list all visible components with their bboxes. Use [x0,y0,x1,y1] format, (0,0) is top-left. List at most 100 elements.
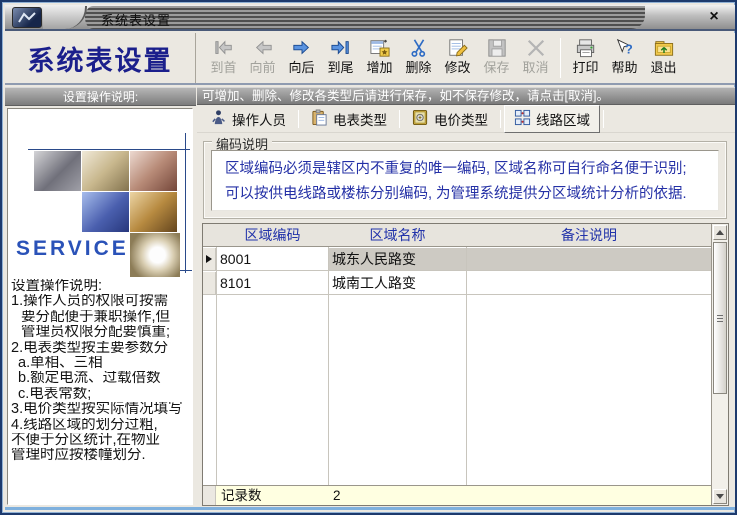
column-header-region-code[interactable]: 区域编码 [217,224,328,246]
logo-z-icon[interactable] [12,7,42,28]
toolbar-button-last[interactable]: 到尾 [321,36,360,76]
instructions-block: 设置操作说明: 1.操作人员的权限可按需 要分配便于兼职操作,但 管理员权限分配… [11,279,192,464]
column-header-region-name[interactable]: 区域名称 [329,224,466,246]
svg-text:?: ? [625,41,633,56]
table-row[interactable]: 8101 城南工人路变 [203,272,711,295]
service-label: SERVICE [16,237,129,261]
toolbar-button-modify[interactable]: 修改 [438,36,477,76]
toolbar-button-add[interactable]: 增加 [360,36,399,76]
cell-region-code[interactable]: 8101 [217,272,328,294]
toolbar-button-next[interactable]: 向后 [282,36,321,76]
price-type-icon [412,109,429,129]
region-data-grid: 区域编码 区域名称 备注说明 8001 城东人民路变 8101 城南工人路变 [202,223,729,506]
decor-line-v1 [185,133,186,273]
help-icon: ? [614,36,636,60]
table-row[interactable]: 8001 城东人民路变 [203,248,711,271]
save-icon [486,36,508,60]
instruction-line: 要分配便于兼职操作,但 [11,310,192,325]
close-button[interactable]: × [704,7,724,27]
column-header-remarks[interactable]: 备注说明 [467,224,711,246]
last-icon [330,36,352,60]
record-count-value: 2 [329,486,466,505]
scroll-down-button[interactable] [713,489,727,504]
instruction-line: b.额定电流、过载倍数 [11,371,192,386]
vertical-scrollbar[interactable] [711,224,728,505]
instruction-line: 1.操作人员的权限可按需 [11,294,192,309]
tab-content: 编码说明 区域编码必须是辖区内不重复的唯一编码, 区域名称可自行命名便于识别; … [197,133,736,508]
sidebar: 设置操作说明: SERVICE 设置操作说明: 1.操作人员的权限可按需 要分配… [5,87,196,508]
add-icon [369,36,391,60]
masthead: 系统表设置 到首 向前 向后 [5,33,736,85]
toolbar-button-exit[interactable]: 退出 [644,36,683,76]
title-bar-curve [43,6,87,29]
tab-separator [298,110,299,128]
print-icon [575,36,597,60]
page-title: 系统表设置 [28,39,173,78]
modify-icon [447,36,469,60]
instruction-line: 管理时应按楼幢划分. [11,448,192,463]
main-panel: 可增加、删除、修改各类型后请进行保存，如不保存修改，请点击[取消]。 操作人员 … [197,87,736,508]
toolbar-button-help[interactable]: ? 帮助 [605,36,644,76]
next-icon [291,36,313,60]
record-count-row: 记录数 2 [203,485,711,505]
instruction-line: 4.线路区域的划分过粗, [11,418,192,433]
photo-tile-instruments [130,151,177,191]
instruction-line: 3.电价类型按实际情况填写 [11,402,192,417]
record-count-label: 记录数 [217,486,328,505]
cell-region-code[interactable]: 8001 [217,248,328,270]
toolbar-button-prev[interactable]: 向前 [243,36,282,76]
photo-tile-keyboard [82,192,129,232]
instruction-line: 2.电表类型按主要参数分 [11,341,192,356]
scroll-up-button[interactable] [713,225,727,240]
operator-icon [210,109,227,129]
photo-tile-hand [130,192,177,232]
scroll-thumb[interactable] [713,242,727,394]
instruction-line: 不便于分区统计,在物业 [11,433,192,448]
page-title-panel: 系统表设置 [5,33,196,83]
toolbar-button-print[interactable]: 打印 [566,36,605,76]
groupbox-line: 区域编码必须是辖区内不重复的唯一编码, 区域名称可自行命名便于识别; [225,157,718,182]
instruction-line: c.电表常数; [11,387,192,402]
tab-line-regions[interactable]: 线路区域 [504,105,600,133]
tab-price-types[interactable]: 电价类型 [403,106,497,132]
current-row-pointer-icon [206,255,212,263]
coding-notes-groupbox: 编码说明 区域编码必须是辖区内不重复的唯一编码, 区域名称可自行命名便于识别; … [203,141,727,219]
tab-bar: 操作人员 电表类型 电价类型 线路区域 [197,105,736,133]
toolbar-separator [560,38,561,78]
footer-selector-cell [203,486,216,505]
exit-icon [653,36,675,60]
toolbar-button-first[interactable]: 到首 [204,36,243,76]
row-selector-cell [203,272,216,294]
triangle-up-icon [716,230,724,235]
decor-line-h1 [28,149,190,150]
instruction-line: a.单相、三相 [11,356,192,371]
grid-header: 区域编码 区域名称 备注说明 [203,224,711,247]
toolbar-button-cancel[interactable]: 取消 [516,36,555,76]
first-icon [213,36,235,60]
cell-remarks[interactable] [467,272,711,294]
toolbar-button-save[interactable]: 保存 [477,36,516,76]
cancel-icon [525,36,547,60]
tab-operators[interactable]: 操作人员 [201,106,295,132]
cell-remarks[interactable] [467,248,711,270]
delete-icon [408,36,430,60]
meter-type-icon [311,109,328,129]
tab-separator [399,110,400,128]
window-bottom-edge [5,507,736,510]
tab-separator [500,110,501,128]
row-selector-cell [203,248,216,270]
line-region-icon [514,109,531,129]
sidebar-body: SERVICE 设置操作说明: 1.操作人员的权限可按需 要分配便于兼职操作,但… [7,108,193,505]
toolbar-button-delete[interactable]: 删除 [399,36,438,76]
toolbar: 到首 向前 向后 到尾 [196,33,736,83]
instruction-line: 管理员权限分配要慎重; [11,325,192,340]
hint-bar: 可增加、删除、修改各类型后请进行保存，如不保存修改，请点击[取消]。 [197,87,736,105]
instruction-line: 设置操作说明: [11,279,192,294]
cell-region-name[interactable]: 城东人民路变 [329,248,466,270]
groupbox-line: 可以按供电线路或楼栋分别编码, 为管理系统提供分区域统计分析的依据. [225,182,718,207]
photo-tile-watch [130,233,180,277]
cell-region-name[interactable]: 城南工人路变 [329,272,466,294]
tab-meter-types[interactable]: 电表类型 [302,106,396,132]
groupbox-body: 区域编码必须是辖区内不重复的唯一编码, 区域名称可自行命名便于识别; 可以按供电… [211,150,719,211]
prev-icon [252,36,274,60]
